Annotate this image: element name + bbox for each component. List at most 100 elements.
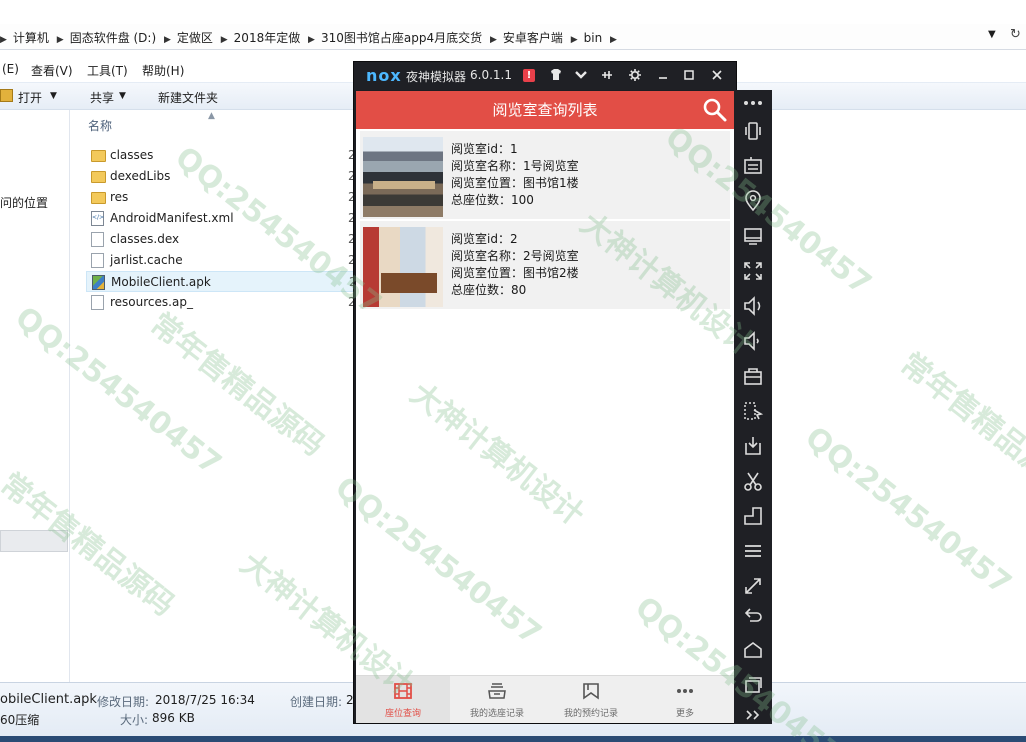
room-location: 阅览室位置：图书馆1楼 — [451, 176, 579, 190]
chevron-right-icon: ▶ — [489, 35, 497, 45]
chevron-right-icon: ▶ — [56, 35, 64, 45]
tab-my-reservation-records[interactable]: 我的预约记录 — [544, 676, 638, 723]
new-folder-button[interactable]: 新建文件夹 — [158, 89, 218, 106]
pin-icon[interactable] — [599, 67, 615, 83]
file-icon — [91, 232, 104, 247]
search-icon[interactable] — [702, 97, 728, 123]
room-name: 阅览室名称：2号阅览室 — [451, 249, 579, 263]
menu-help[interactable]: 帮助(H) — [142, 62, 184, 79]
menu-tools[interactable]: 工具(T) — [87, 62, 128, 79]
emulator-title-bar[interactable]: nox 夜神模拟器 6.0.1.1 ! — [354, 62, 736, 90]
share-button[interactable]: 共享 — [90, 89, 114, 106]
chevron-down-icon[interactable]: ▼ — [119, 91, 126, 101]
sort-arrow-icon: ▲ — [208, 111, 215, 121]
minimize-icon[interactable] — [655, 67, 671, 83]
close-icon[interactable] — [709, 67, 725, 83]
fullscreen-icon[interactable] — [740, 258, 766, 284]
tab-label: 更多 — [675, 709, 694, 719]
gear-icon[interactable] — [627, 67, 643, 83]
nav-item[interactable]: 问的位置 — [0, 194, 48, 211]
file-row[interactable]: dexedLibs 2 — [86, 166, 356, 187]
room-name: 阅览室名称：1号阅览室 — [451, 159, 579, 173]
resize-icon[interactable] — [740, 573, 766, 599]
expand-sidebar-icon[interactable] — [740, 702, 766, 728]
apk-file-icon — [92, 275, 105, 290]
toolbox-icon[interactable] — [740, 363, 766, 389]
column-header-name[interactable]: 名称 — [88, 117, 112, 134]
reading-room-thumbnail — [363, 137, 443, 217]
chevron-down-icon[interactable]: ▼ — [50, 91, 57, 101]
tab-more[interactable]: 更多 — [638, 676, 732, 723]
breadcrumb-item[interactable]: 固态软件盘 (D:) — [70, 29, 156, 46]
nav-scrollbar[interactable] — [0, 530, 68, 552]
breadcrumb-item[interactable]: 2018年定做 — [234, 29, 301, 46]
size-label: 大小: — [120, 713, 149, 727]
more-icon[interactable] — [740, 90, 766, 116]
tab-seat-query[interactable]: 座位查询 — [356, 676, 450, 723]
breadcrumb-item[interactable]: 定做区 — [177, 29, 213, 46]
nox-emulator-window: nox 夜神模拟器 6.0.1.1 ! 阅览室查询列表 阅览室id：1 阅览室名… — [353, 61, 737, 724]
breadcrumb-item[interactable]: 计算机 — [13, 29, 49, 46]
chevron-right-icon: ▶ — [308, 35, 315, 45]
breadcrumb-item[interactable]: bin — [584, 31, 603, 45]
room-location: 阅览室位置：图书馆2楼 — [451, 266, 579, 280]
emulator-name: 夜神模拟器 — [406, 70, 467, 84]
volume-down-icon[interactable] — [740, 328, 766, 354]
taskbar — [0, 736, 1026, 742]
list-item[interactable]: 阅览室id：1 阅览室名称：1号阅览室 阅览室位置：图书馆1楼 总座位数：100 — [360, 131, 730, 219]
file-row-selected[interactable]: MobileClient.apk 2 — [86, 271, 357, 292]
watermark-text: 常年售精品源码 — [143, 306, 331, 464]
menu-edit[interactable]: (E) — [2, 62, 19, 76]
list-item[interactable]: 阅览室id：2 阅览室名称：2号阅览室 阅览室位置：图书馆2楼 总座位数：80 — [360, 221, 730, 309]
breadcrumb-item[interactable]: 安卓客户端 — [503, 29, 563, 46]
xml-file-icon — [91, 211, 104, 226]
multi-instance-icon[interactable] — [740, 503, 766, 529]
watermark-text: QQ:254540457 — [798, 420, 1018, 603]
reading-room-thumbnail — [363, 227, 443, 307]
shake-icon[interactable] — [740, 118, 766, 144]
room-id: 阅览室id：2 — [451, 232, 518, 246]
file-name: MobileClient.apk — [111, 275, 211, 289]
file-type: 60压缩 — [0, 713, 40, 727]
chevron-right-icon: ▶ — [570, 35, 578, 45]
breadcrumb-item[interactable]: 310图书馆占座app4月底交货 — [321, 29, 482, 46]
keyboard-icon[interactable] — [740, 153, 766, 179]
skin-icon[interactable] — [548, 67, 564, 83]
address-dropdown-icon[interactable]: ▼ — [988, 29, 996, 40]
volume-up-icon[interactable] — [740, 293, 766, 319]
chevron-right-icon: ▶ — [610, 35, 617, 45]
folder-icon — [91, 171, 106, 183]
file-name: classes — [110, 148, 154, 162]
file-row[interactable]: jarlist.cache 2 — [86, 250, 356, 271]
address-bar[interactable]: ▶ 计算机 ▶ 固态软件盘 (D:) ▶ 定做区 ▶ 2018年定做 ▶ 310图书馆占座… — [0, 24, 1026, 50]
back-icon[interactable] — [740, 602, 766, 628]
tab-my-seat-records[interactable]: 我的选座记录 — [450, 676, 544, 723]
file-row[interactable]: classes.dex 2 — [86, 229, 356, 250]
maximize-icon[interactable] — [681, 67, 697, 83]
open-button[interactable]: 打开 — [18, 89, 42, 106]
home-icon[interactable] — [740, 637, 766, 663]
file-row[interactable]: resources.ap_ 2 — [86, 292, 356, 313]
recent-apps-icon[interactable] — [740, 672, 766, 698]
menu-icon[interactable] — [740, 538, 766, 564]
file-icon — [91, 253, 104, 268]
menu-view[interactable]: 查看(V) — [31, 62, 73, 79]
screen-icon[interactable] — [740, 223, 766, 249]
file-row[interactable]: classes 2 — [86, 145, 356, 166]
chevron-down-icon[interactable] — [573, 67, 589, 83]
location-pin-icon[interactable] — [740, 188, 766, 214]
refresh-icon[interactable]: ↻ — [1010, 27, 1021, 42]
file-icon — [91, 295, 104, 310]
scissors-icon[interactable] — [740, 468, 766, 494]
bookmark-icon — [581, 682, 601, 700]
size-value: 896 KB — [152, 711, 195, 725]
macro-icon[interactable] — [740, 398, 766, 424]
bottom-tab-bar: 座位查询 我的选座记录 我的预约记录 更多 — [356, 675, 734, 723]
alert-icon[interactable]: ! — [523, 69, 535, 82]
apk-install-icon[interactable] — [740, 433, 766, 459]
file-name: dexedLibs — [110, 169, 171, 183]
file-row[interactable]: res 2 — [86, 187, 356, 208]
modified-label: 修改日期: — [97, 695, 150, 709]
file-row[interactable]: AndroidManifest.xml 2 — [86, 208, 356, 229]
tab-label: 我的选座记录 — [469, 709, 524, 719]
